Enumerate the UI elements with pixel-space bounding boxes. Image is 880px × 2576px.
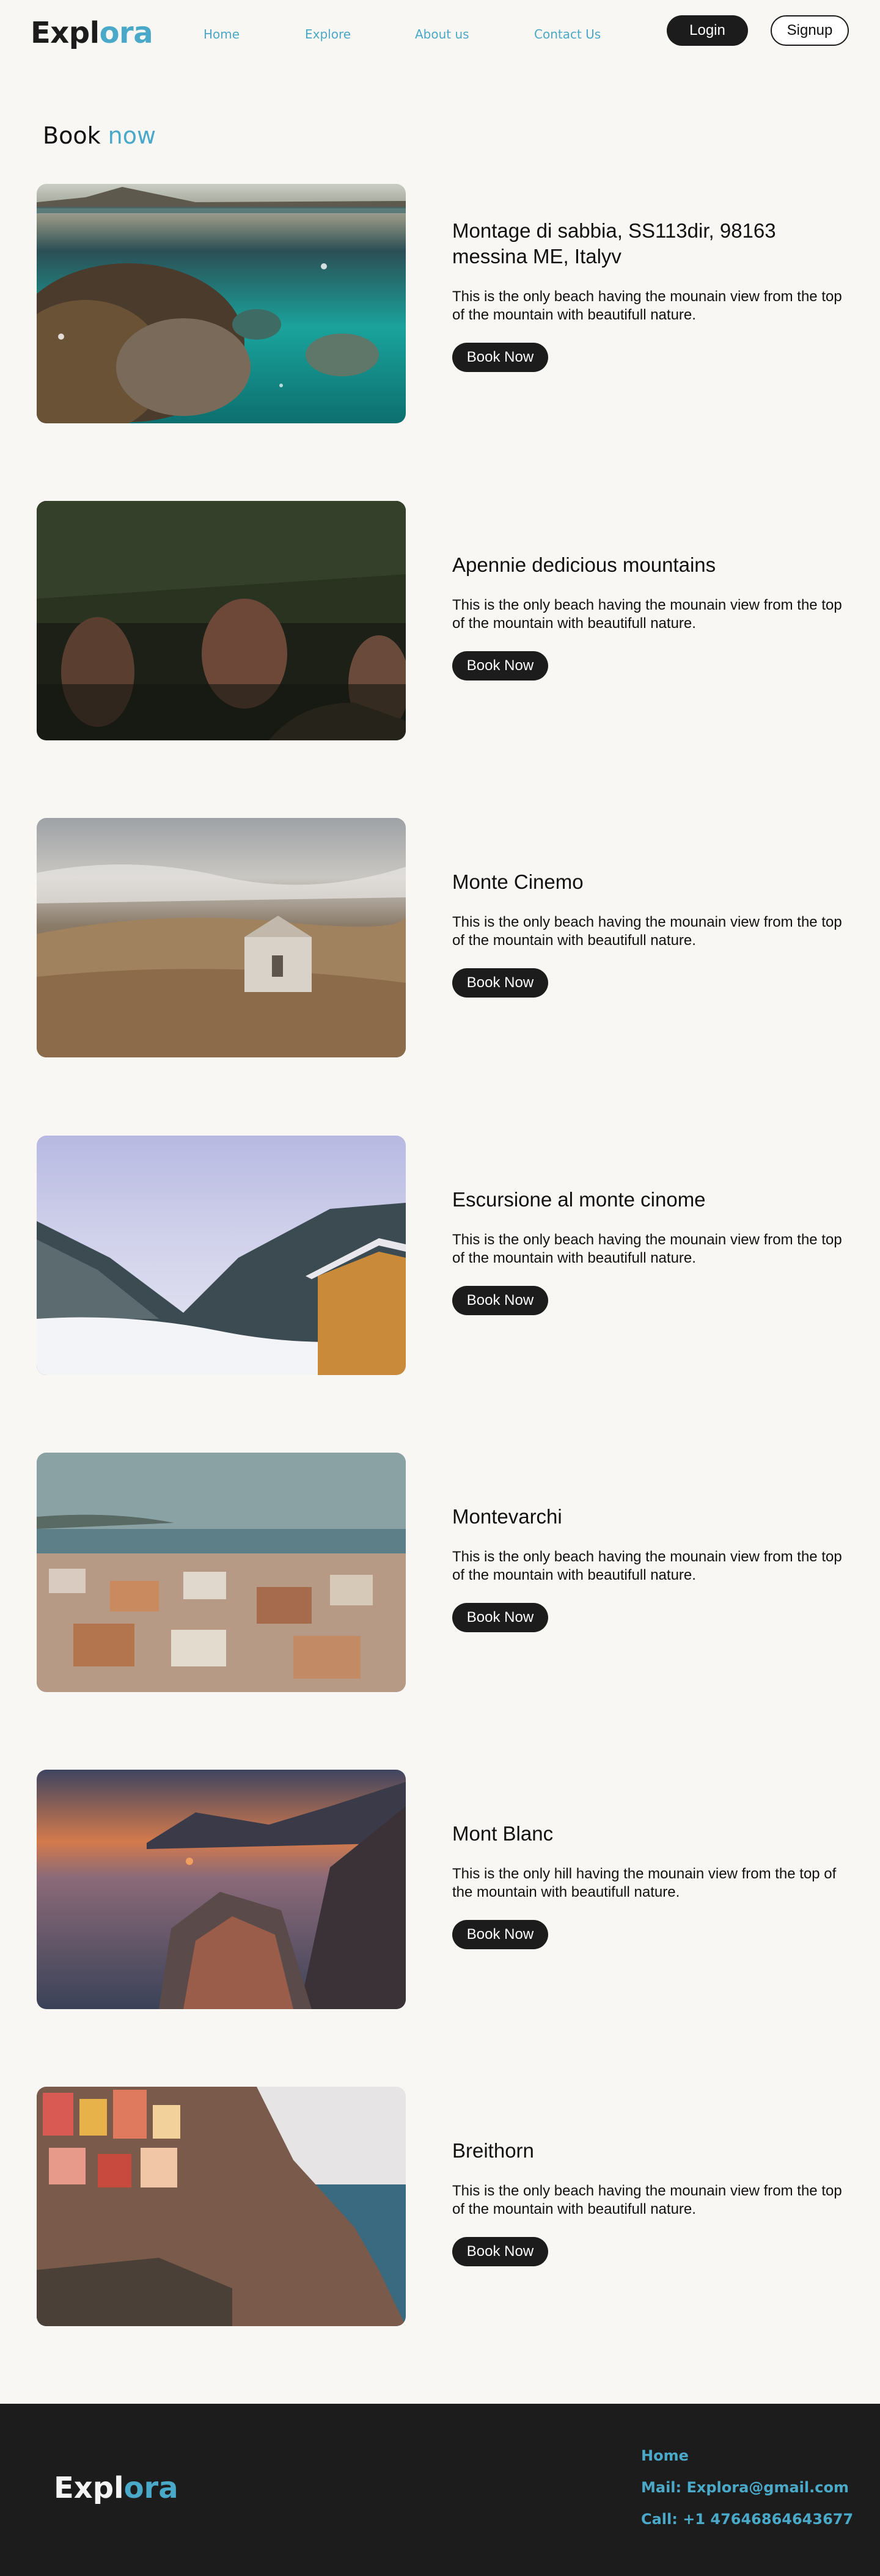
book-now-button[interactable]: Book Now [452, 1920, 548, 1949]
footer-logo-text-light: Expl [54, 2471, 124, 2505]
book-now-button[interactable]: Book Now [452, 2237, 548, 2266]
destination-info: Breithorn This is the only beach having … [452, 2138, 856, 2266]
destination-card: Montage di sabbia, SS113dir, 98163 messi… [37, 184, 856, 423]
destination-description: This is the only beach having the mounai… [452, 1231, 842, 1266]
footer-home-link[interactable]: Home [641, 2446, 853, 2465]
hilltop-chapel-photo [37, 818, 406, 1057]
footer-logo[interactable]: Explora [54, 2471, 178, 2505]
destination-title: Montevarchi [452, 1505, 562, 1528]
destination-card: Montevarchi This is the only beach havin… [37, 1453, 856, 1692]
destination-description: This is the only beach having the mounai… [452, 914, 842, 949]
book-now-button[interactable]: Book Now [452, 968, 548, 998]
footer-logo-text-accent: ora [123, 2471, 178, 2505]
destination-card: Mont Blanc This is the only hill having … [37, 1770, 856, 2009]
destination-card: Apennie dedicious mountains This is the … [37, 501, 856, 740]
destination-info: Montage di sabbia, SS113dir, 98163 messi… [452, 218, 856, 372]
footer-mail[interactable]: Mail: Explora@gmail.com [641, 2478, 853, 2497]
book-now-button[interactable]: Book Now [452, 1286, 548, 1315]
destination-title: Monte Cinemo [452, 870, 584, 893]
page-title-part1: Book [43, 122, 101, 149]
coastal-town-photo [37, 1453, 406, 1692]
destination-info: Mont Blanc This is the only hill having … [452, 1821, 856, 1949]
destination-title: Apennie dedicious mountains [452, 553, 716, 576]
page-title: Book now [43, 122, 156, 149]
destination-description: This is the only beach having the mounai… [452, 288, 842, 323]
logo-text-accent: ora [99, 16, 153, 50]
destination-title: Escursione al monte cinome [452, 1188, 706, 1211]
nav-explore-link[interactable]: Explore [305, 27, 351, 42]
snowy-mountain-hut-photo [37, 1136, 406, 1375]
destination-title: Mont Blanc [452, 1822, 554, 1845]
destination-info: Escursione al monte cinome This is the o… [452, 1187, 856, 1315]
sunset-cliff-village-photo [37, 1770, 406, 2009]
destination-description: This is the only beach having the mounai… [452, 2183, 842, 2217]
destination-info: Montevarchi This is the only beach havin… [452, 1504, 856, 1632]
logo[interactable]: Explora [31, 16, 153, 50]
nav-contact-link[interactable]: Contact Us [534, 27, 601, 42]
destination-title: Montage di sabbia, SS113dir, 98163 messi… [452, 219, 776, 268]
destination-info: Monte Cinemo This is the only beach havi… [452, 869, 856, 998]
destination-description: This is the only hill having the mounain… [452, 1866, 837, 1900]
site-footer: Explora Home Mail: Explora@gmail.com Cal… [0, 2404, 880, 2576]
nav-about-link[interactable]: About us [415, 27, 469, 42]
destination-info: Apennie dedicious mountains This is the … [452, 552, 856, 680]
book-now-button[interactable]: Book Now [452, 1603, 548, 1632]
logo-text-dark: Expl [31, 16, 100, 50]
signup-button[interactable]: Signup [771, 15, 849, 46]
underwater-beach-photo [37, 184, 406, 423]
book-now-button[interactable]: Book Now [452, 651, 548, 680]
site-header: Explora Home Explore About us Contact Us… [0, 0, 880, 67]
destination-title: Breithorn [452, 2139, 534, 2162]
destination-description: This is the only beach having the mounai… [452, 597, 842, 632]
footer-links: Home Mail: Explora@gmail.com Call: +1 47… [641, 2446, 853, 2542]
destination-card: Monte Cinemo This is the only beach havi… [37, 818, 856, 1057]
footer-call[interactable]: Call: +1 47646864643677 [641, 2510, 853, 2528]
book-now-button[interactable]: Book Now [452, 343, 548, 372]
destination-card: Breithorn This is the only beach having … [37, 2087, 856, 2326]
forest-photo [37, 501, 406, 740]
nav-home-link[interactable]: Home [204, 27, 240, 42]
colorful-cliff-houses-photo [37, 2087, 406, 2326]
destination-description: This is the only beach having the mounai… [452, 1549, 842, 1583]
login-button[interactable]: Login [667, 15, 748, 46]
destination-card: Escursione al monte cinome This is the o… [37, 1136, 856, 1375]
page-title-part2: now [108, 122, 156, 149]
